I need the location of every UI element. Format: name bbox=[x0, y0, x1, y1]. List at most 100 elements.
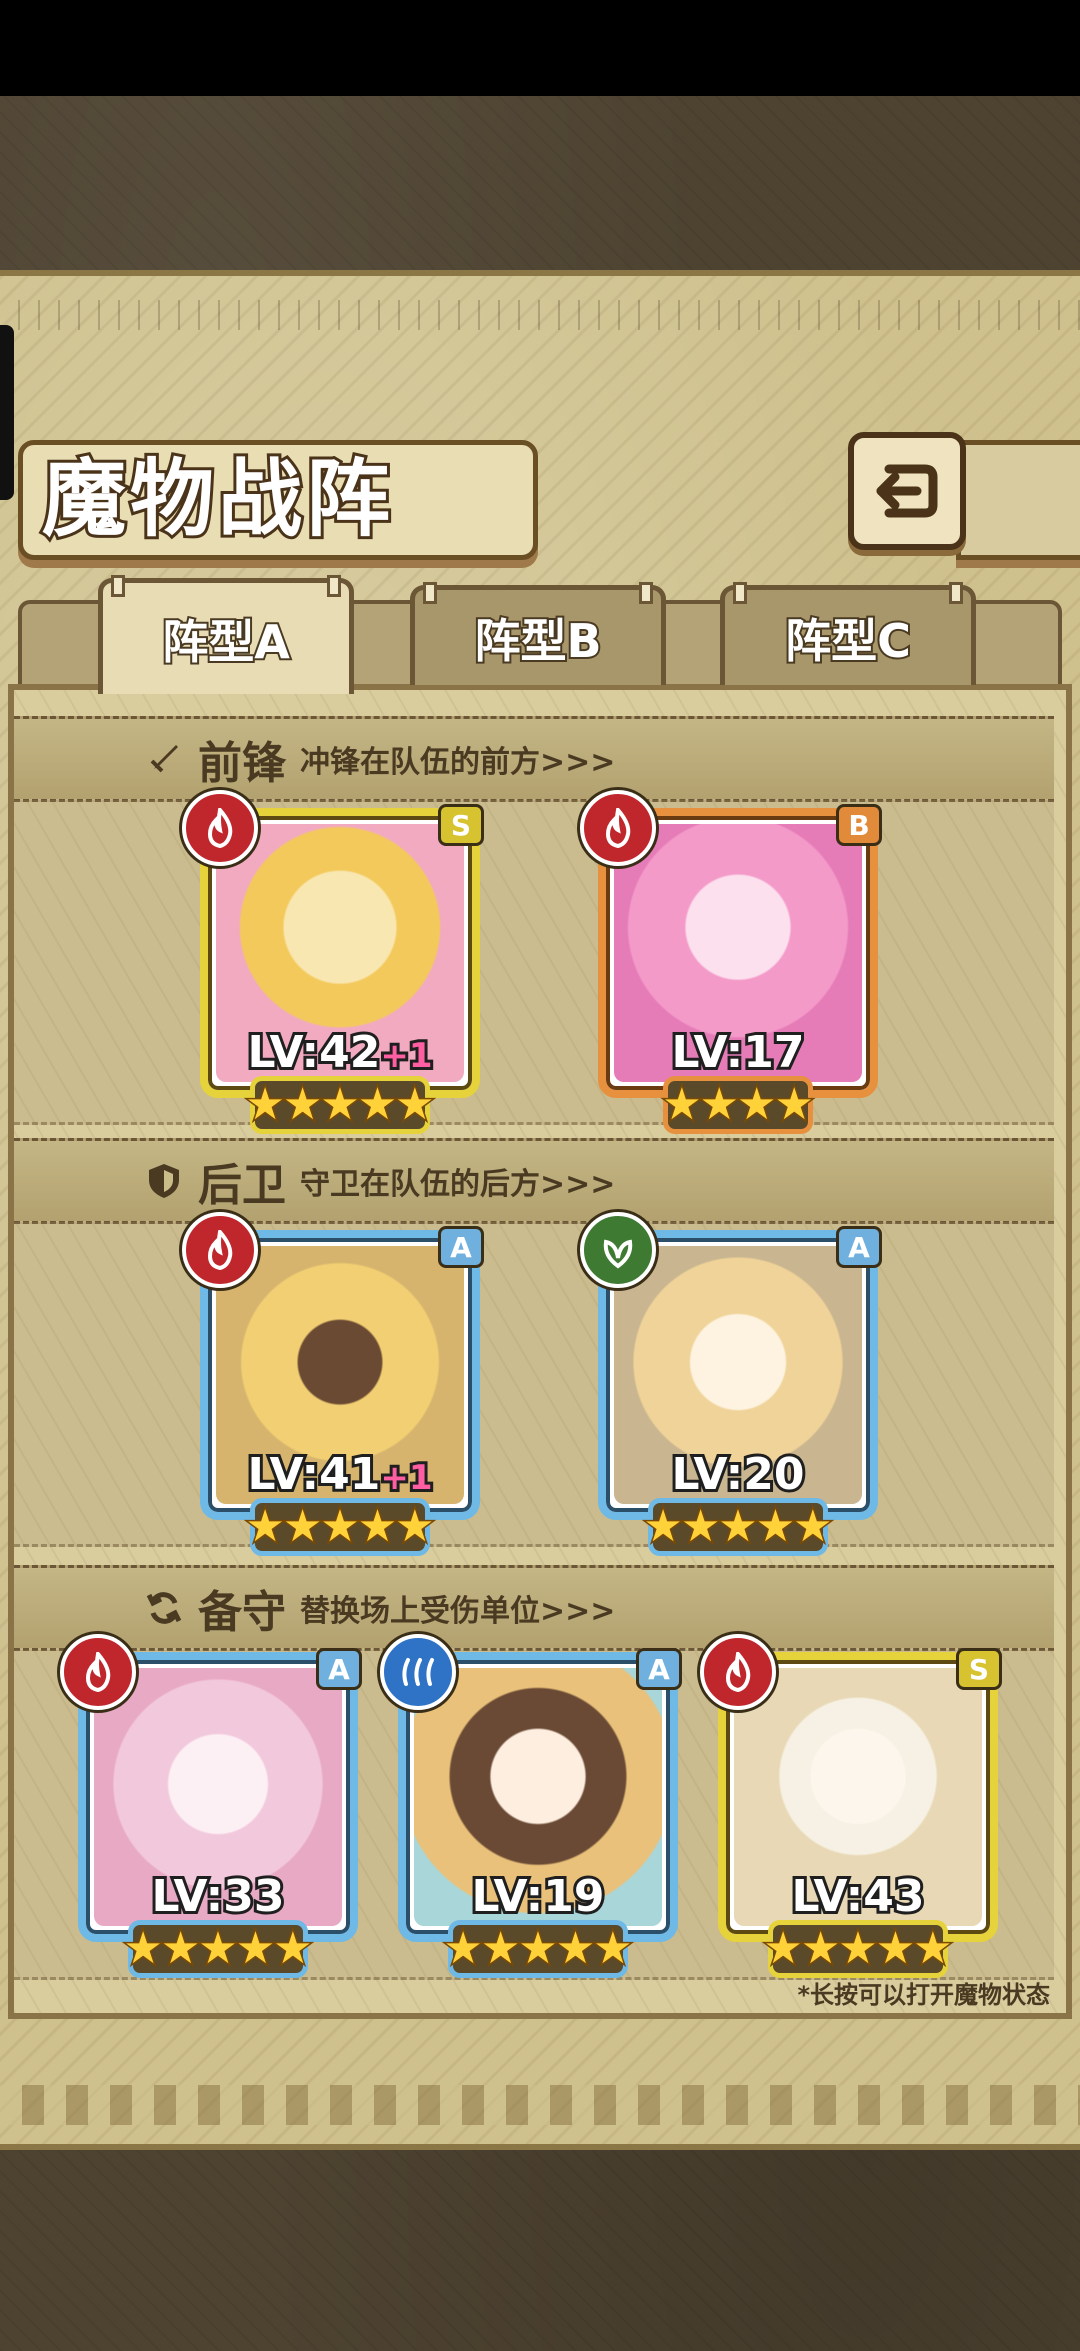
star-icon: ★ bbox=[394, 1078, 436, 1131]
level-value: LV:43 bbox=[789, 1868, 928, 1925]
star-rating: ★ ★ ★ ★ ★ bbox=[718, 1922, 998, 1975]
star-icon: ★ bbox=[517, 1922, 559, 1975]
section-subtitle: 守卫在队伍的后方>>> bbox=[300, 1167, 616, 1202]
star-icon: ★ bbox=[837, 1922, 879, 1975]
unit-card[interactable]: S LV:43 ★ ★ ★ ★ ★ bbox=[700, 1634, 1002, 1978]
unit-card[interactable]: B LV:17 ★ ★ ★ ★ bbox=[580, 790, 882, 1134]
star-icon: ★ bbox=[159, 1922, 201, 1975]
unit-card[interactable]: A LV:41+1 ★ ★ ★ ★ ★ bbox=[182, 1212, 484, 1556]
water-element-icon bbox=[380, 1634, 456, 1710]
hint-text: *长按可以打开魔物状态 bbox=[797, 1981, 1050, 2009]
star-icon: ★ bbox=[554, 1922, 596, 1975]
star-icon: ★ bbox=[319, 1500, 361, 1553]
panel-bottom-edge bbox=[0, 2085, 1080, 2125]
unit-card[interactable]: A LV:19 ★ ★ ★ ★ ★ bbox=[380, 1634, 682, 1978]
star-icon: ★ bbox=[661, 1078, 703, 1131]
star-icon: ★ bbox=[762, 1922, 804, 1975]
level-label: LV:43 bbox=[718, 1868, 998, 1925]
level-bonus: +1 bbox=[377, 1455, 435, 1501]
tab-formation-c[interactable]: 阵型C bbox=[720, 582, 976, 685]
section-header-reserve: 备守 替换场上受伤单位>>> bbox=[14, 1565, 1054, 1651]
unit-card[interactable]: A LV:33 ★ ★ ★ ★ ★ bbox=[60, 1634, 362, 1978]
star-icon: ★ bbox=[394, 1500, 436, 1553]
fire-element-icon bbox=[700, 1634, 776, 1710]
star-rating: ★ ★ ★ ★ ★ bbox=[78, 1922, 358, 1975]
star-rating: ★ ★ ★ ★ ★ bbox=[598, 1500, 878, 1553]
fire-element-icon bbox=[182, 790, 258, 866]
star-icon: ★ bbox=[735, 1078, 777, 1131]
star-icon: ★ bbox=[592, 1922, 634, 1975]
star-icon: ★ bbox=[244, 1078, 286, 1131]
level-label: LV:33 bbox=[78, 1868, 358, 1925]
level-value: LV:42 bbox=[244, 1024, 383, 1081]
star-icon: ★ bbox=[799, 1922, 841, 1975]
unit-card[interactable]: S LV:42+1 ★ ★ ★ ★ ★ bbox=[182, 790, 484, 1134]
star-icon: ★ bbox=[281, 1078, 323, 1131]
page-title: 魔物战阵 bbox=[39, 446, 395, 551]
section-header-rear: 后卫 守卫在队伍的后方>>> bbox=[14, 1138, 1054, 1224]
star-icon: ★ bbox=[679, 1500, 721, 1553]
fire-element-icon bbox=[580, 790, 656, 866]
section-subtitle: 冲锋在队伍的前方>>> bbox=[300, 745, 616, 780]
star-icon: ★ bbox=[356, 1500, 398, 1553]
back-button[interactable] bbox=[848, 432, 966, 550]
rank-badge: B bbox=[836, 804, 882, 846]
fire-element-icon bbox=[60, 1634, 136, 1710]
star-icon: ★ bbox=[754, 1500, 796, 1553]
side-handle bbox=[0, 325, 14, 500]
sword-icon bbox=[144, 739, 184, 779]
star-rating: ★ ★ ★ ★ bbox=[598, 1078, 878, 1131]
level-label: LV:41+1 bbox=[200, 1446, 480, 1503]
star-icon: ★ bbox=[792, 1500, 834, 1553]
star-icon: ★ bbox=[281, 1500, 323, 1553]
level-value: LV:19 bbox=[469, 1868, 608, 1925]
section-subtitle: 替换场上受伤单位>>> bbox=[300, 1594, 616, 1629]
back-arrow-icon bbox=[876, 464, 938, 518]
star-icon: ★ bbox=[197, 1922, 239, 1975]
section-title: 备守 bbox=[198, 1587, 286, 1638]
level-value: LV:33 bbox=[149, 1868, 288, 1925]
rank-badge: A bbox=[316, 1648, 362, 1690]
star-icon: ★ bbox=[244, 1500, 286, 1553]
rear-row bbox=[14, 1222, 1054, 1547]
shield-icon bbox=[144, 1161, 184, 1201]
section-title: 前锋 bbox=[198, 738, 286, 789]
rank-badge: A bbox=[438, 1226, 484, 1268]
rank-badge: S bbox=[438, 804, 484, 846]
section-header-front: 前锋 冲锋在队伍的前方>>> bbox=[14, 716, 1054, 802]
level-label: LV:19 bbox=[398, 1868, 678, 1925]
unit-card[interactable]: A LV:20 ★ ★ ★ ★ ★ bbox=[580, 1212, 882, 1556]
status-bar bbox=[0, 0, 1080, 96]
rank-badge: S bbox=[956, 1648, 1002, 1690]
tab-label: 阵型B bbox=[472, 612, 603, 670]
star-icon: ★ bbox=[319, 1078, 361, 1131]
level-value: LV:41 bbox=[244, 1446, 383, 1503]
star-icon: ★ bbox=[912, 1922, 954, 1975]
level-label: LV:17 bbox=[598, 1024, 878, 1081]
star-icon: ★ bbox=[698, 1078, 740, 1131]
fire-element-icon bbox=[182, 1212, 258, 1288]
refresh-icon bbox=[144, 1588, 184, 1628]
leaf-element-icon bbox=[580, 1212, 656, 1288]
level-value: LV:17 bbox=[669, 1024, 808, 1081]
front-row bbox=[14, 800, 1054, 1125]
star-icon: ★ bbox=[773, 1078, 815, 1131]
tab-label: 阵型C bbox=[783, 612, 913, 670]
rank-badge: A bbox=[836, 1226, 882, 1268]
star-icon: ★ bbox=[479, 1922, 521, 1975]
star-icon: ★ bbox=[356, 1078, 398, 1131]
tab-formation-b[interactable]: 阵型B bbox=[410, 582, 666, 685]
star-icon: ★ bbox=[272, 1922, 314, 1975]
star-icon: ★ bbox=[442, 1922, 484, 1975]
tab-formation-a[interactable]: 阵型A bbox=[98, 575, 354, 694]
star-rating: ★ ★ ★ ★ ★ bbox=[200, 1078, 480, 1131]
star-rating: ★ ★ ★ ★ ★ bbox=[398, 1922, 678, 1975]
level-label: LV:20 bbox=[598, 1446, 878, 1503]
star-icon: ★ bbox=[717, 1500, 759, 1553]
panel-edge-decoration bbox=[0, 300, 1080, 330]
star-rating: ★ ★ ★ ★ ★ bbox=[200, 1500, 480, 1553]
back-button-rail bbox=[956, 440, 1080, 560]
level-value: LV:20 bbox=[669, 1446, 808, 1503]
star-icon: ★ bbox=[642, 1500, 684, 1553]
star-icon: ★ bbox=[234, 1922, 276, 1975]
